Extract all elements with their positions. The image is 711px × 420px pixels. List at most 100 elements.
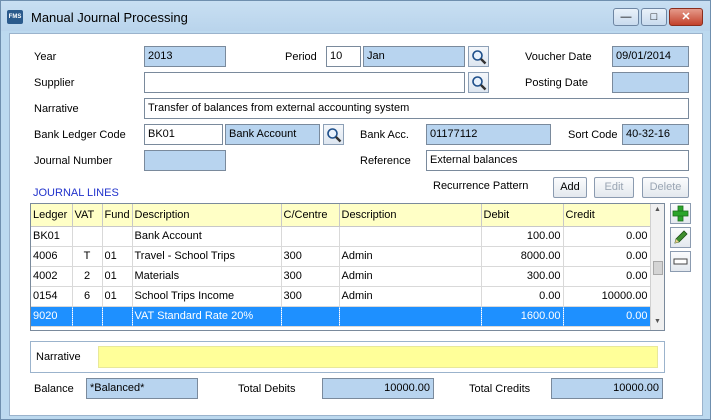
pencil-icon bbox=[674, 230, 688, 244]
period-label: Period bbox=[285, 51, 317, 63]
supplier-search-button[interactable] bbox=[468, 72, 489, 93]
cell-vat: 6 bbox=[72, 286, 103, 307]
window-title: Manual Journal Processing bbox=[31, 10, 188, 25]
table-row[interactable]: 4006 T 01 Travel - School Trips 300 Admi… bbox=[31, 246, 651, 267]
column-header-description[interactable]: Description bbox=[132, 204, 282, 227]
supplier-field[interactable] bbox=[144, 72, 465, 93]
posting-date-field[interactable] bbox=[612, 72, 689, 93]
bank-ledger-search-button[interactable] bbox=[323, 124, 344, 145]
bank-acc-field: 01177112 bbox=[426, 124, 551, 145]
journal-lines-title: JOURNAL LINES bbox=[33, 187, 119, 199]
balance-label: Balance bbox=[34, 383, 74, 395]
close-button[interactable]: ✕ bbox=[669, 8, 703, 26]
table-row-selected[interactable]: 9020 VAT Standard Rate 20% 1600.00 0.00 bbox=[31, 306, 651, 327]
journal-window: FMS Manual Journal Processing — □ ✕ Year… bbox=[0, 0, 711, 420]
scroll-down-arrow-icon[interactable]: ▼ bbox=[654, 318, 661, 325]
narrative-label: Narrative bbox=[34, 103, 79, 115]
delete-line-button[interactable]: Delete bbox=[642, 177, 689, 198]
column-header-ccentre-description[interactable]: Description bbox=[339, 204, 482, 227]
journal-number-label: Journal Number bbox=[34, 155, 113, 167]
cell-vat: 2 bbox=[72, 266, 103, 287]
narrative-field[interactable]: Transfer of balances from external accou… bbox=[144, 98, 689, 119]
recurrence-pattern-label[interactable]: Recurrence Pattern bbox=[433, 180, 528, 192]
column-header-vat[interactable]: VAT bbox=[72, 204, 103, 227]
year-label: Year bbox=[34, 51, 57, 63]
table-row[interactable]: 0154 6 01 School Trips Income 300 Admin … bbox=[31, 286, 651, 307]
scroll-up-arrow-icon[interactable]: ▲ bbox=[654, 206, 661, 213]
bank-acc-label: Bank Acc. bbox=[360, 129, 409, 141]
sort-code-label: Sort Code bbox=[568, 129, 618, 141]
line-narrative-label: Narrative bbox=[36, 351, 81, 363]
main-panel: Year 2013 Period 10 Jan Voucher Date 09/… bbox=[9, 33, 703, 416]
reference-label: Reference bbox=[360, 155, 411, 167]
scrollbar-thumb[interactable] bbox=[653, 261, 663, 275]
table-row[interactable]: 4002 2 01 Materials 300 Admin 300.00 0.0… bbox=[31, 266, 651, 287]
search-icon bbox=[472, 50, 487, 65]
search-icon bbox=[327, 128, 342, 143]
total-debits-label: Total Debits bbox=[238, 383, 296, 395]
cell-ledger: BK01 bbox=[31, 226, 73, 247]
edit-line-button[interactable]: Edit bbox=[594, 177, 634, 198]
cell-ccentre-description: Admin bbox=[339, 266, 482, 287]
add-row-button[interactable] bbox=[670, 203, 691, 224]
cell-debit: 300.00 bbox=[481, 266, 564, 287]
cell-credit: 0.00 bbox=[563, 306, 651, 327]
column-header-credit[interactable]: Credit bbox=[563, 204, 651, 227]
title-bar: FMS Manual Journal Processing — □ ✕ bbox=[1, 1, 710, 31]
cell-vat bbox=[72, 226, 103, 247]
period-search-button[interactable] bbox=[468, 46, 489, 67]
bank-ledger-code-field[interactable]: BK01 bbox=[144, 124, 223, 145]
cell-fund: 01 bbox=[102, 246, 133, 267]
total-credits-field: 10000.00 bbox=[551, 378, 663, 399]
add-line-button[interactable]: Add bbox=[553, 177, 587, 198]
period-name-field: Jan bbox=[363, 46, 465, 67]
column-header-ccentre[interactable]: C/Centre bbox=[281, 204, 340, 227]
cell-description: Travel - School Trips bbox=[132, 246, 282, 267]
cell-fund: 01 bbox=[102, 286, 133, 307]
reference-field[interactable]: External balances bbox=[426, 150, 689, 171]
supplier-label: Supplier bbox=[34, 77, 75, 89]
year-field[interactable]: 2013 bbox=[144, 46, 226, 67]
cell-debit: 100.00 bbox=[481, 226, 564, 247]
cell-credit: 0.00 bbox=[563, 226, 651, 247]
app-icon: FMS bbox=[7, 10, 23, 24]
cell-ccentre: 300 bbox=[281, 286, 340, 307]
remove-row-button[interactable] bbox=[670, 251, 691, 272]
total-credits-label: Total Credits bbox=[469, 383, 531, 395]
cell-debit: 1600.00 bbox=[481, 306, 564, 327]
cell-description: Materials bbox=[132, 266, 282, 287]
column-header-debit[interactable]: Debit bbox=[481, 204, 564, 227]
grid-vertical-scrollbar[interactable]: ▲ ▼ bbox=[650, 204, 664, 330]
cell-ledger: 4002 bbox=[31, 266, 73, 287]
bank-ledger-name-field: Bank Account bbox=[225, 124, 320, 145]
cell-credit: 0.00 bbox=[563, 246, 651, 267]
table-row[interactable]: BK01 Bank Account 100.00 0.00 bbox=[31, 226, 651, 247]
cell-ledger: 0154 bbox=[31, 286, 73, 307]
cell-fund: 01 bbox=[102, 266, 133, 287]
journal-lines-grid[interactable]: Ledger VAT Fund Description C/Centre Des… bbox=[30, 203, 665, 331]
cell-ccentre: 300 bbox=[281, 266, 340, 287]
grid-header-row: Ledger VAT Fund Description C/Centre Des… bbox=[31, 204, 651, 227]
column-header-ledger[interactable]: Ledger bbox=[31, 204, 73, 227]
cell-description: Bank Account bbox=[132, 226, 282, 247]
cell-ccentre-description bbox=[339, 226, 482, 247]
cell-description: VAT Standard Rate 20% bbox=[132, 306, 282, 327]
maximize-button[interactable]: □ bbox=[641, 8, 667, 26]
cell-credit: 0.00 bbox=[563, 266, 651, 287]
voucher-date-field[interactable]: 09/01/2014 bbox=[612, 46, 689, 67]
cell-ledger: 4006 bbox=[31, 246, 73, 267]
posting-date-label: Posting Date bbox=[525, 77, 588, 89]
edit-row-button[interactable] bbox=[670, 227, 691, 248]
cell-ccentre-description bbox=[339, 306, 482, 327]
column-header-fund[interactable]: Fund bbox=[102, 204, 133, 227]
cell-vat: T bbox=[72, 246, 103, 267]
period-number-field[interactable]: 10 bbox=[326, 46, 361, 67]
line-narrative-box: Narrative bbox=[30, 341, 665, 373]
minimize-button[interactable]: — bbox=[613, 8, 639, 26]
bank-ledger-label: Bank Ledger Code bbox=[34, 129, 126, 141]
minus-icon bbox=[673, 258, 688, 265]
cell-credit: 10000.00 bbox=[563, 286, 651, 307]
cell-debit: 8000.00 bbox=[481, 246, 564, 267]
cell-ccentre-description: Admin bbox=[339, 286, 482, 307]
line-narrative-field[interactable] bbox=[98, 346, 658, 368]
